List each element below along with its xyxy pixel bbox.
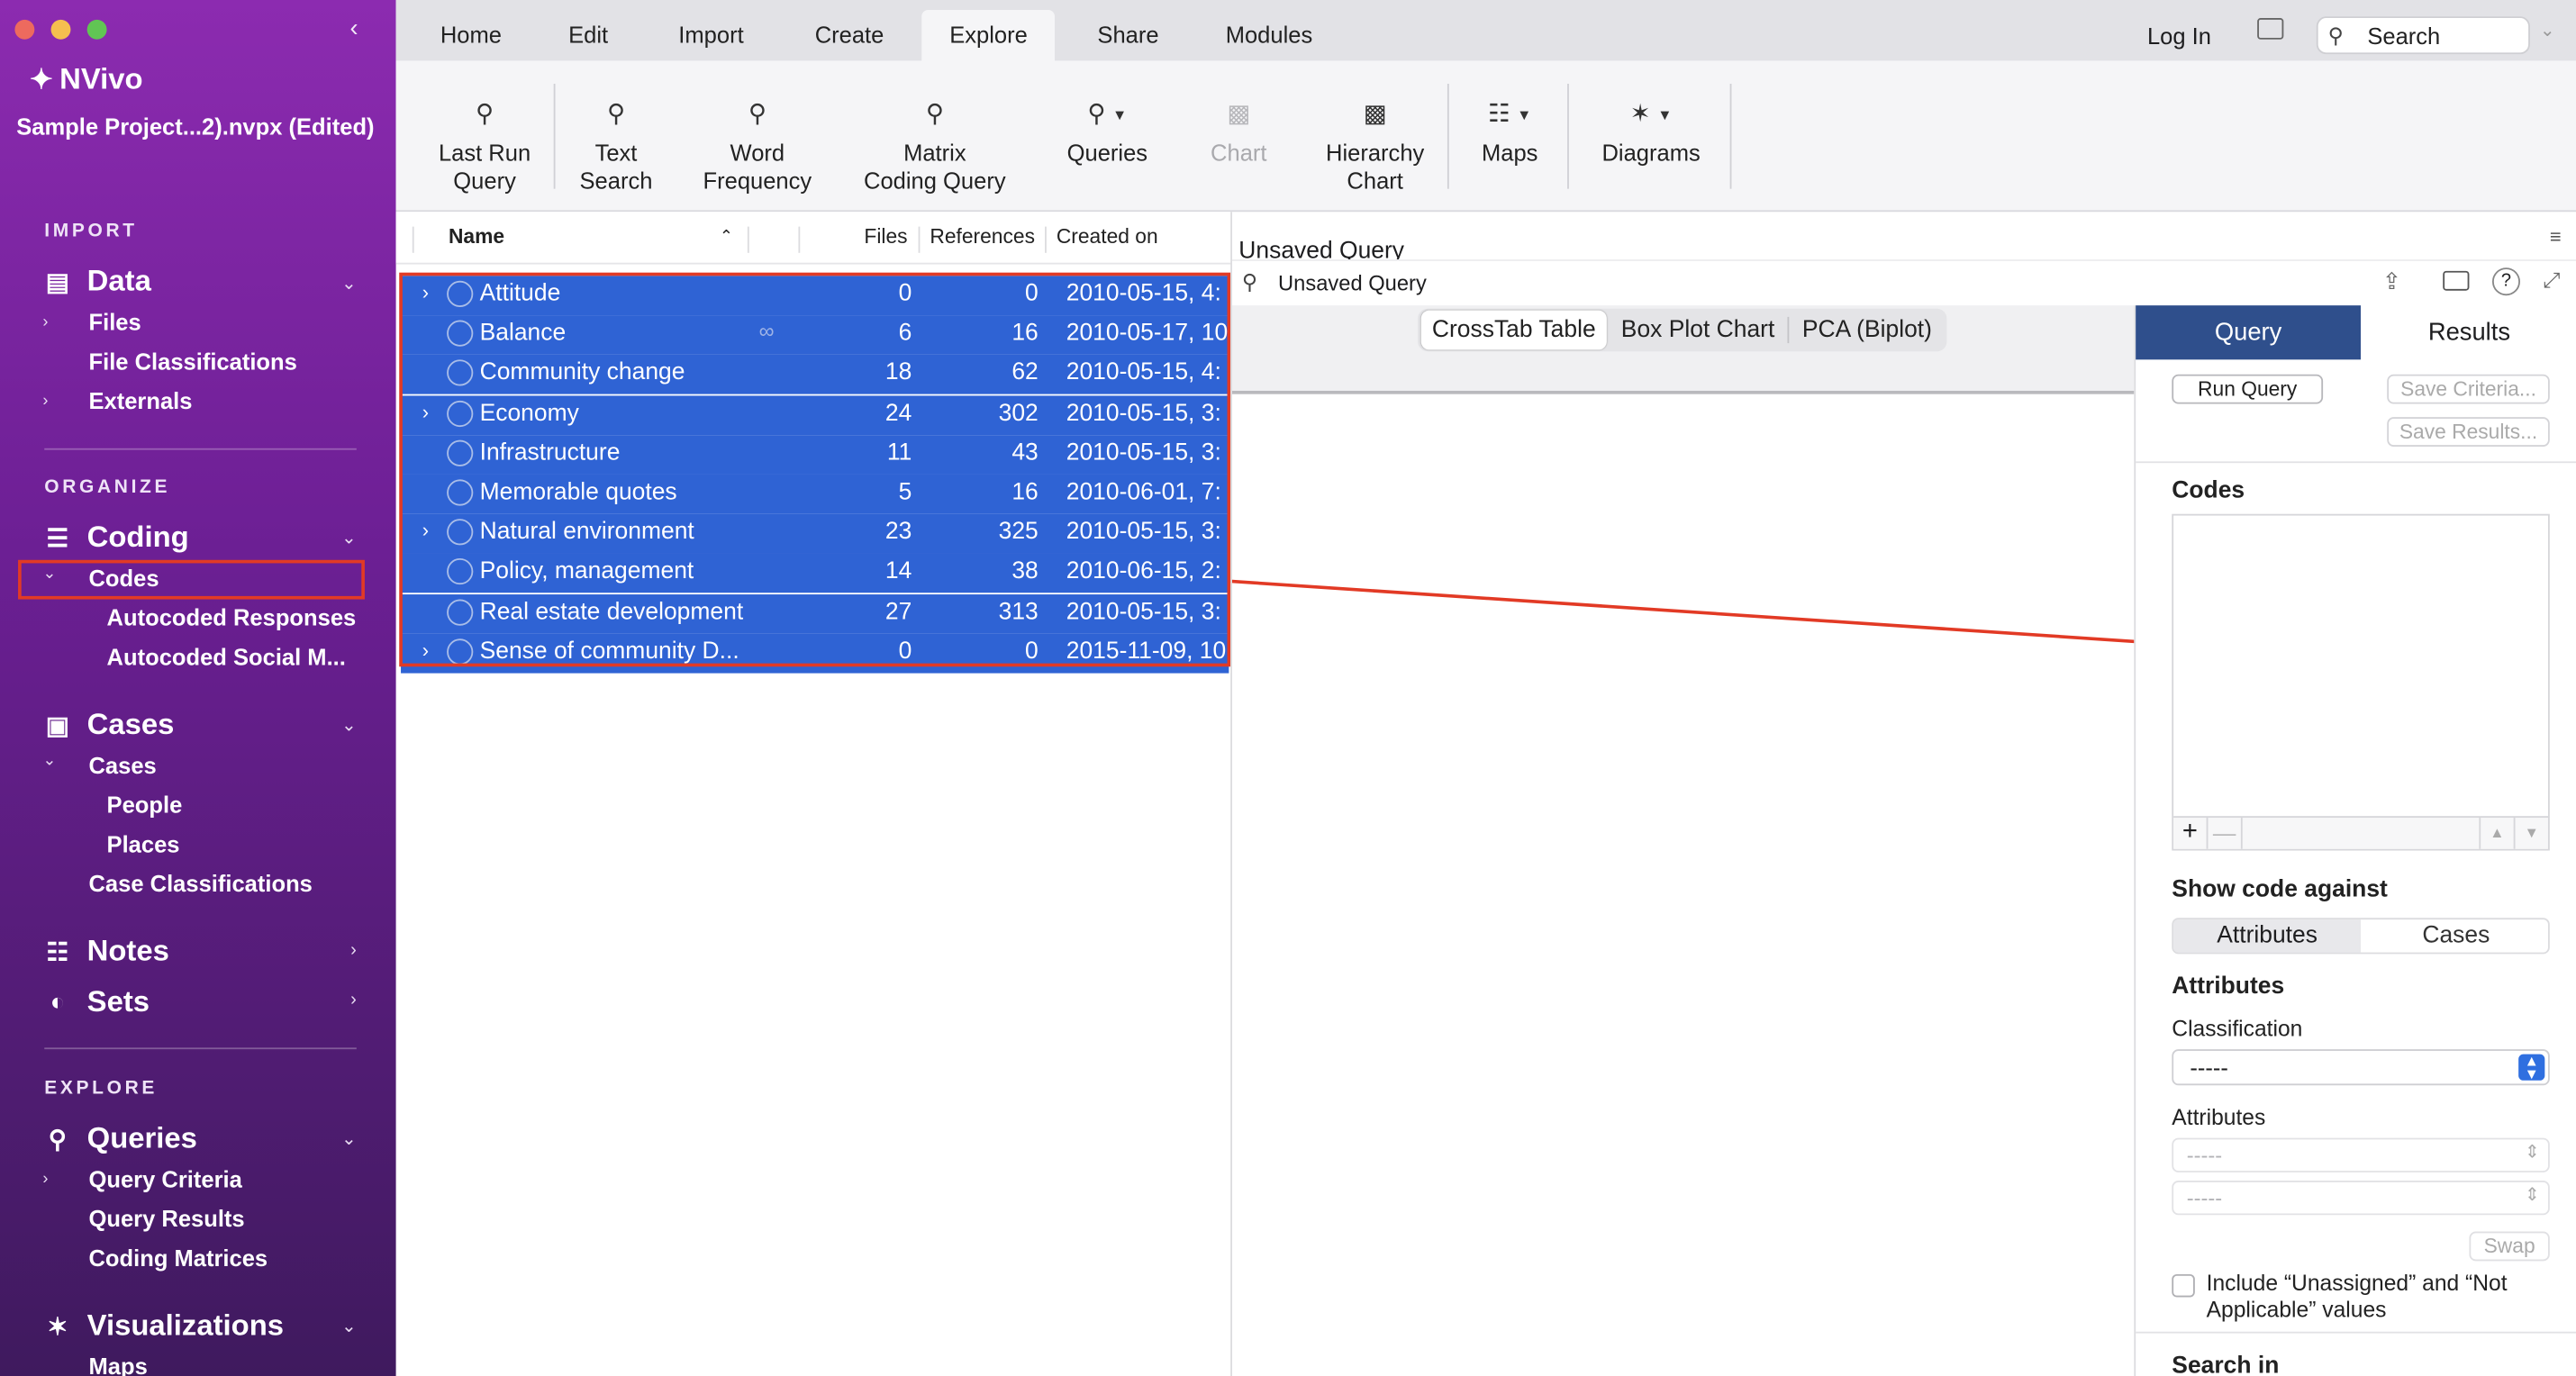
select-arrows-icon: ▲ ▼ [2518,1054,2545,1082]
codes-label: Codes [2172,477,2245,504]
attribute-select-1[interactable]: ----- ⇕ [2172,1137,2550,1172]
pane-menu-icon[interactable]: ≡ [2550,225,2562,249]
detail-toolbar: ⚲ Unsaved Query ⇪ ? ⤢ [1231,259,2576,306]
tab-box-plot-chart[interactable]: Box Plot Chart [1610,311,1786,350]
share-icon[interactable]: ⇪ [2382,267,2401,295]
tab-results[interactable]: Results [2361,305,2576,360]
query-panel: Query Results Run Query Save Criteria...… [2134,305,2576,1376]
select-arrows-icon: ⇕ [2525,1185,2540,1206]
detail-title: Unsaved Query [1238,238,1405,261]
add-code-button[interactable]: + [2173,818,2209,849]
save-results-button[interactable]: Save Results... [2387,417,2550,447]
tab-pca-biplot[interactable]: PCA (Biplot) [1791,311,1944,350]
show-against-segmented: Attributes Cases [2172,918,2550,955]
move-down-button[interactable]: ▼ [2513,818,2548,849]
toggle-panel-icon[interactable] [2443,270,2470,291]
classification-select[interactable]: ----- ▲ ▼ [2172,1049,2550,1086]
attribute-select-2[interactable]: ----- ⇕ [2172,1181,2550,1216]
attribute-value-1: ----- [2186,1143,2223,1168]
arrow-line [1230,579,2290,654]
attribute-value-2: ----- [2186,1185,2223,1210]
include-unassigned-label-2: Applicable” values [2206,1297,2387,1322]
classification-value: ----- [2190,1054,2228,1081]
nvivo-window: ‹ ✦ NVivo Sample Project...2).nvpx (Edit… [0,0,2576,1376]
remove-code-button[interactable]: — [2208,818,2243,849]
include-unassigned-label-1: Include “Unassigned” and “Not [2206,1271,2508,1296]
attributes-heading: Attributes [2172,973,2285,1000]
move-up-button[interactable]: ▲ [2479,818,2513,849]
run-query-button[interactable]: Run Query [2172,374,2324,404]
swap-button[interactable]: Swap [2469,1231,2550,1262]
segment-separator [1787,316,1790,344]
segment-cases[interactable]: Cases [2363,919,2550,952]
include-unassigned-checkbox[interactable] [2172,1273,2195,1298]
tab-crosstab-table[interactable]: CrossTab Table [1420,310,1607,350]
classification-label: Classification [2172,1016,2303,1042]
attributes-label: Attributes [2172,1105,2266,1130]
panel-divider [2136,461,2576,464]
segment-attributes[interactable]: Attributes [2173,919,2362,953]
codes-drop-area[interactable]: + — ▲ ▼ [2172,513,2550,851]
tab-query[interactable]: Query [2136,305,2362,360]
help-icon[interactable]: ? [2491,267,2520,296]
save-criteria-button[interactable]: Save Criteria... [2387,374,2550,404]
expand-icon[interactable]: ⤢ [2544,267,2561,294]
codes-list-footer: + — ▲ ▼ [2173,816,2548,849]
show-code-against-label: Show code against [2172,876,2388,903]
query-document-icon: ⚲ [1241,269,1258,294]
panel-divider [2136,1331,2576,1334]
search-in-label: Search in [2172,1353,2280,1376]
detail-subtitle: Unsaved Query [1278,270,1427,296]
select-arrows-icon: ⇕ [2525,1143,2540,1163]
